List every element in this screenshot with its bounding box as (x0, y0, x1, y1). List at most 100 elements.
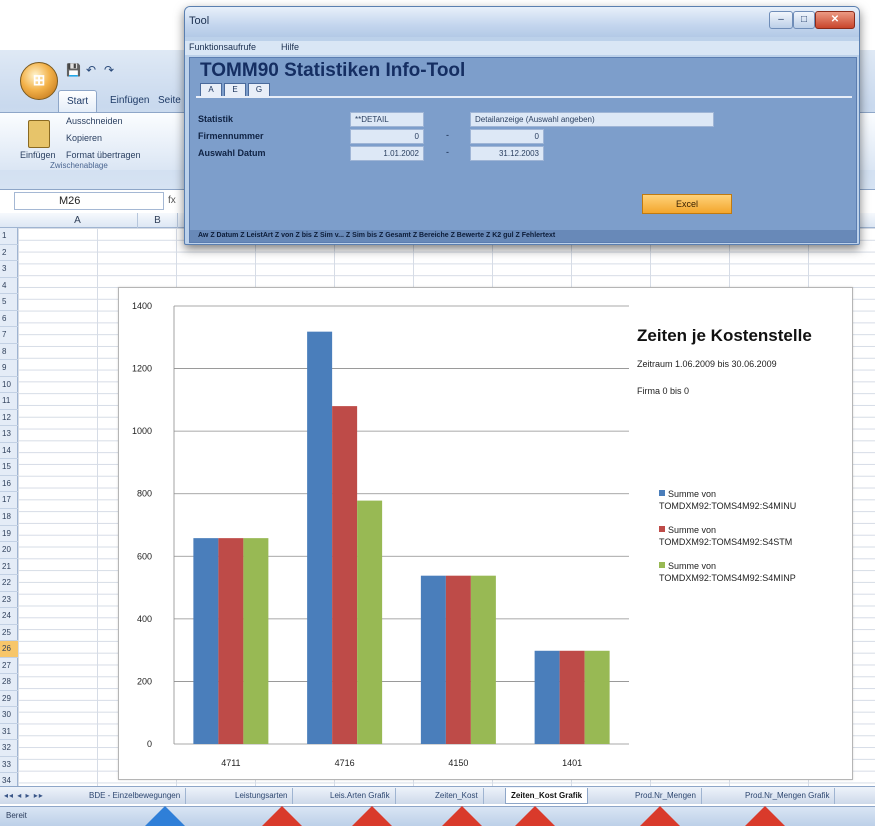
legend-item-series-1: Summe von TOMDXM92:TOMS4M92:S4MINU (659, 488, 849, 512)
y-tick-label: 1200 (132, 364, 152, 374)
firma-to-field[interactable]: 0 (470, 129, 544, 144)
menu-funktionsaufrufe[interactable]: Funktionsaufrufe (189, 42, 256, 52)
name-box[interactable]: M26 (14, 192, 164, 210)
datum-to-field[interactable]: 31.12.2003 (470, 146, 544, 161)
menu-hilfe[interactable]: Hilfe (281, 42, 299, 52)
info-tool-window: Tool – □ ✕ Funktionsaufrufe Hilfe TOMM90… (184, 6, 860, 245)
row-header[interactable]: 5 (0, 294, 18, 311)
firma-from-field[interactable]: 0 (350, 129, 424, 144)
label-firmennummer: Firmennummer (198, 131, 264, 141)
bar (534, 650, 560, 744)
chart-object[interactable]: 0 200 400 600 800 1000 1200 1400 4711 4716 4150 140… (118, 287, 853, 780)
sheet-nav-arrows[interactable]: ◂◂ ◂ ▸ ▸▸ (4, 788, 44, 804)
row-header[interactable]: 30 (0, 707, 18, 724)
maximize-button[interactable]: □ (793, 11, 815, 29)
undo-icon[interactable]: ↶ (86, 63, 96, 77)
cut-button[interactable]: Ausschneiden (66, 116, 123, 126)
copy-button[interactable]: Kopieren (66, 133, 102, 143)
chart-subtitle-firm: Firma 0 bis 0 (637, 386, 690, 396)
row-header[interactable]: 32 (0, 740, 18, 757)
tool-tab-e[interactable]: E (224, 83, 246, 97)
row-header[interactable]: 28 (0, 674, 18, 691)
label-statistik: Statistik (198, 114, 234, 124)
close-button[interactable]: ✕ (815, 11, 855, 29)
tool-tab-a[interactable]: A (200, 83, 222, 97)
bar (559, 650, 585, 744)
row-header[interactable]: 33 (0, 757, 18, 774)
excel-export-button[interactable]: Excel (642, 194, 732, 214)
row-header[interactable]: 25 (0, 625, 18, 642)
format-painter-button[interactable]: Format übertragen (66, 150, 141, 160)
row-header[interactable]: 13 (0, 426, 18, 443)
legend-swatch-1 (659, 490, 665, 496)
column-header-a[interactable]: A (18, 213, 138, 228)
row-header[interactable]: 29 (0, 691, 18, 708)
legend-label-1: Summe von TOMDXM92:TOMS4M92:S4MINU (659, 489, 797, 511)
tool-titlebar[interactable]: Tool – □ ✕ (185, 7, 859, 37)
status-text: Bereit (6, 811, 27, 820)
row-header[interactable]: 9 (0, 360, 18, 377)
row-header[interactable]: 8 (0, 344, 18, 361)
row-header[interactable]: 18 (0, 509, 18, 526)
legend-swatch-2 (659, 526, 665, 532)
bar (307, 331, 333, 744)
row-header[interactable]: 26 (0, 641, 18, 658)
y-tick-label: 600 (137, 551, 152, 561)
tool-tab-line (196, 96, 852, 98)
paste-icon[interactable] (28, 120, 50, 148)
ribbon-tab-start[interactable]: Start (58, 90, 98, 112)
bar (420, 575, 446, 744)
redo-icon[interactable]: ↷ (104, 63, 114, 77)
row-header[interactable]: 27 (0, 658, 18, 675)
legend-swatch-3 (659, 562, 665, 568)
sheet-tab-zeiten-kost-grafik[interactable]: Zeiten_Kost Grafik (505, 788, 589, 804)
save-icon[interactable]: 💾 (66, 63, 81, 77)
minimize-button[interactable]: – (769, 11, 793, 29)
tool-tab-g[interactable]: G (248, 83, 270, 97)
datum-from-field[interactable]: 1.01.2002 (350, 146, 424, 161)
y-tick-label: 1400 (132, 301, 152, 311)
row-header[interactable]: 7 (0, 327, 18, 344)
row-header[interactable]: 22 (0, 575, 18, 592)
row-header[interactable]: 31 (0, 724, 18, 741)
ribbon-tab-page[interactable]: Seite (150, 90, 189, 112)
row-header[interactable]: 14 (0, 443, 18, 460)
row-header[interactable]: 17 (0, 492, 18, 509)
tool-menubar: Funktionsaufrufe Hilfe (185, 41, 859, 55)
row-header[interactable]: 21 (0, 559, 18, 576)
sheet-tab-zeiten-kost[interactable]: Zeiten_Kost (430, 788, 484, 804)
office-button-icon[interactable]: ⊞ (20, 62, 58, 100)
y-tick-label: 200 (137, 676, 152, 686)
row-header[interactable]: 20 (0, 542, 18, 559)
row-header[interactable]: 6 (0, 311, 18, 328)
row-header[interactable]: 23 (0, 592, 18, 609)
sheet-tab-leis-arten-grafik[interactable]: Leis.Arten Grafik (325, 788, 396, 804)
sheet-tab-prod-nr-mengen-grafik[interactable]: Prod.Nr_Mengen Grafik (740, 788, 836, 804)
row-header[interactable]: 10 (0, 377, 18, 394)
row-header[interactable]: 4 (0, 278, 18, 295)
row-header[interactable]: 11 (0, 393, 18, 410)
row-header[interactable]: 15 (0, 459, 18, 476)
row-header[interactable]: 12 (0, 410, 18, 427)
red-arrow-indicator (262, 806, 302, 826)
sheet-tab-prod-nr-mengen[interactable]: Prod.Nr_Mengen (630, 788, 702, 804)
row-header[interactable]: 3 (0, 261, 18, 278)
blue-arrow-indicator (145, 806, 185, 826)
row-header[interactable]: 16 (0, 476, 18, 493)
sheet-tab-bar: ◂◂ ◂ ▸ ▸▸ BDE - Einzelbewegungen Leistun… (0, 786, 875, 804)
y-tick-label: 1000 (132, 426, 152, 436)
row-header[interactable]: 1 (0, 228, 18, 245)
statistik-code-field[interactable]: **DETAIL (350, 112, 424, 127)
sheet-tab-bde[interactable]: BDE - Einzelbewegungen (84, 788, 187, 804)
legend-label-3: Summe von TOMDXM92:TOMS4M92:S4MINP (659, 561, 796, 583)
row-header[interactable]: 24 (0, 608, 18, 625)
row-header[interactable]: 2 (0, 245, 18, 262)
row-header[interactable]: 19 (0, 526, 18, 543)
sheet-tab-leistungsarten[interactable]: Leistungsarten (230, 788, 294, 804)
bar (357, 500, 383, 744)
bar (218, 538, 244, 744)
column-header-b[interactable]: B (138, 213, 178, 228)
paste-button[interactable]: Einfügen (20, 150, 56, 160)
chart-title: Zeiten je Kostenstelle (637, 326, 812, 345)
red-arrow-indicator (352, 806, 392, 826)
